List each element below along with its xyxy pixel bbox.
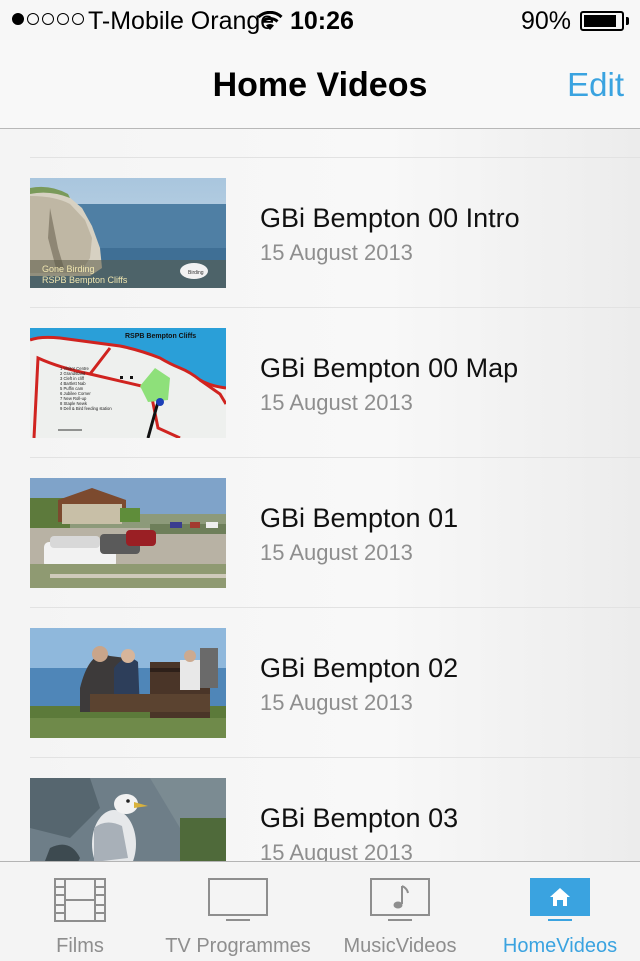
tv-icon: [208, 878, 268, 927]
video-title: GBi Bempton 00 Intro: [260, 203, 520, 233]
battery-icon: [580, 11, 624, 31]
wifi-icon: [257, 10, 283, 38]
video-thumbnail: [30, 778, 226, 861]
page-title: Home Videos: [212, 66, 428, 104]
tab-music-videos[interactable]: MusicVideos: [324, 862, 476, 961]
video-title: GBi Bempton 00 Map: [260, 353, 519, 383]
video-list[interactable]: Gone Birding RSPB Bempton Cliffs Birding…: [0, 129, 640, 861]
thumb-caption-1: Gone Birding: [42, 264, 95, 274]
film-icon: [54, 878, 106, 927]
video-row-intro[interactable]: Gone Birding RSPB Bempton Cliffs Birding…: [0, 158, 640, 308]
battery-tip: [626, 17, 629, 25]
tab-label: HomeVideos: [502, 935, 618, 957]
clock: 10:26: [290, 7, 354, 35]
video-row-03[interactable]: GBi Bempton 03 15 August 2013: [0, 758, 640, 861]
video-row-01[interactable]: GBi Bempton 01 15 August 2013: [0, 458, 640, 608]
map-title: RSPB Bempton Cliffs: [125, 333, 196, 340]
status-bar: T-Mobile Orange 10:26 90%: [0, 0, 640, 40]
tab-label: Films: [56, 935, 104, 957]
video-title: GBi Bempton 01: [260, 503, 459, 533]
svg-text:9 Dell & Bird feeding station: 9 Dell & Bird feeding station: [60, 406, 112, 411]
video-date: 15 August 2013: [260, 840, 413, 861]
navigation-bar: Home Videos Edit: [0, 40, 640, 129]
video-title: GBi Bempton 03: [260, 803, 459, 833]
video-thumbnail: [30, 628, 226, 738]
music-video-icon: [370, 878, 430, 927]
signal-strength-icon: [12, 13, 84, 25]
tab-bar: Films TV Programmes MusicVideos HomeVide…: [0, 861, 640, 961]
video-row-map[interactable]: RSPB Bempton Cliffs 1 Visitor Centre 2 G…: [0, 308, 640, 458]
video-thumbnail: Gone Birding RSPB Bempton Cliffs Birding: [30, 178, 226, 288]
home-icon: [530, 878, 590, 927]
edit-button[interactable]: Edit: [567, 66, 624, 104]
video-thumbnail: RSPB Bempton Cliffs 1 Visitor Centre 2 G…: [30, 328, 226, 438]
tab-label: MusicVideos: [343, 935, 457, 957]
video-date: 15 August 2013: [260, 390, 413, 415]
carrier-name: T-Mobile Orange: [88, 7, 275, 35]
tab-home-videos[interactable]: HomeVideos: [484, 862, 636, 961]
tab-films[interactable]: Films: [0, 862, 160, 961]
video-row-02[interactable]: GBi Bempton 02 15 August 2013: [0, 608, 640, 758]
battery-percentage: 90%: [521, 7, 572, 35]
tab-tv-programmes[interactable]: TV Programmes: [160, 862, 316, 961]
thumb-caption-2: RSPB Bempton Cliffs: [42, 275, 128, 285]
video-date: 15 August 2013: [260, 690, 413, 715]
video-date: 15 August 2013: [260, 240, 413, 265]
video-title: GBi Bempton 02: [260, 653, 459, 683]
video-thumbnail: [30, 478, 226, 588]
tab-label: TV Programmes: [165, 935, 311, 957]
video-date: 15 August 2013: [260, 540, 413, 565]
thumb-badge: Birding: [188, 270, 204, 276]
